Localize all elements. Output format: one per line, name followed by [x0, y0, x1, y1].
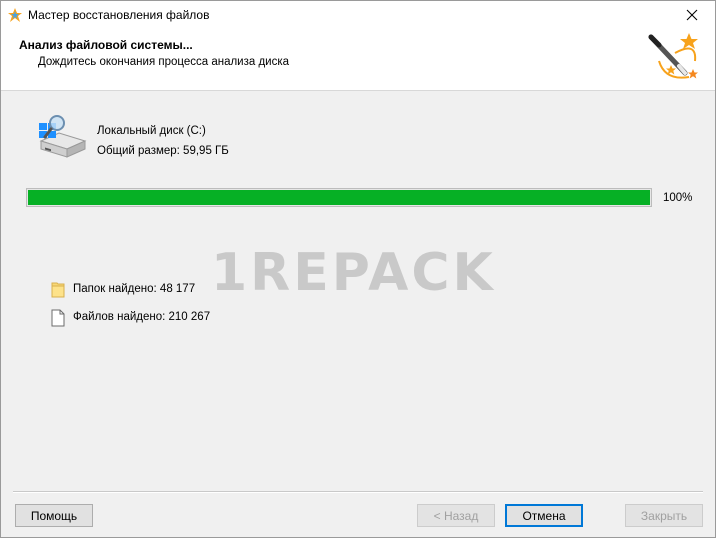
folder-icon — [51, 282, 65, 298]
help-button[interactable]: Помощь — [15, 504, 93, 527]
page-title: Анализ файловой системы... — [19, 38, 193, 52]
wizard-header: Анализ файловой системы... Дождитесь око… — [1, 29, 715, 91]
progress-fill — [28, 190, 650, 205]
hard-disk-search-icon — [39, 115, 87, 158]
disk-name: Локальный диск (C:) — [97, 125, 206, 137]
back-button[interactable]: < Назад — [417, 504, 495, 527]
cancel-button[interactable]: Отмена — [505, 504, 583, 527]
window-title: Мастер восстановления файлов — [28, 8, 210, 22]
wizard-window: Мастер восстановления файлов Анализ файл… — [0, 0, 716, 538]
footer-separator — [13, 491, 703, 493]
watermark-text: 1REPACK — [211, 243, 496, 303]
title-bar: Мастер восстановления файлов — [1, 1, 715, 29]
magic-wand-icon — [648, 33, 698, 79]
disk-size: Общий размер: 59,95 ГБ — [97, 145, 229, 157]
folders-found: Папок найдено: 48 177 — [73, 283, 196, 295]
close-wizard-button[interactable]: Закрыть — [625, 504, 703, 527]
progress-percent: 100% — [663, 192, 693, 204]
close-icon — [686, 9, 698, 21]
page-subtitle: Дождитесь окончания процесса анализа дис… — [38, 56, 290, 68]
close-button[interactable] — [669, 1, 715, 29]
files-found: Файлов найдено: 210 267 — [73, 311, 211, 323]
progress-bar — [26, 188, 652, 207]
app-icon — [8, 8, 22, 22]
file-icon — [51, 309, 65, 327]
